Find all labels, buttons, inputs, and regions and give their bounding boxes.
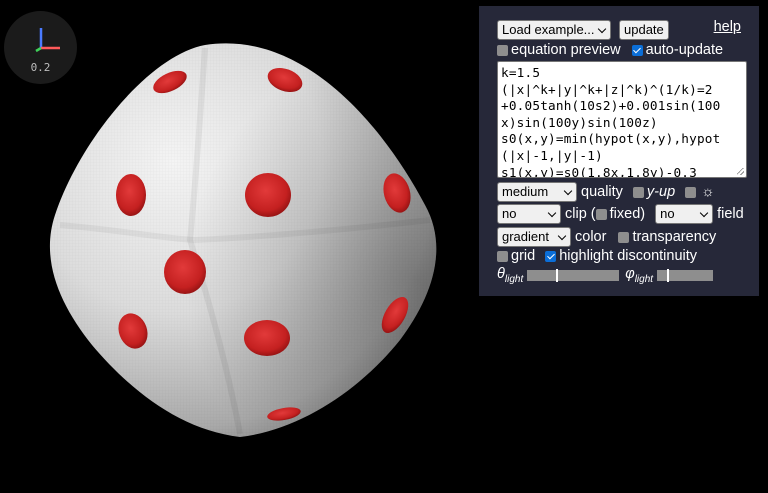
color-value: gradient	[502, 229, 549, 244]
light-toggle-checkbox[interactable]	[685, 186, 697, 198]
equation-textarea[interactable]: k=1.5 (|x|^k+|y|^k+|z|^k)^(1/k)=2 +0.05tan…	[497, 61, 747, 178]
equation-line: (|x|-1,|y|-1)	[501, 147, 603, 163]
scale-label: 0.2	[30, 61, 51, 74]
grid-row: grid highlight discontinuity	[497, 248, 749, 264]
quality-value: medium	[502, 184, 549, 199]
color-row: gradient color transparency	[497, 227, 749, 247]
quality-row: medium quality y-up ☼	[497, 182, 749, 202]
equation-preview-label: equation preview	[511, 42, 621, 58]
highlight-discontinuity-label: highlight discontinuity	[559, 248, 698, 264]
y-up-checkbox[interactable]	[632, 186, 644, 198]
clip-label: clip (	[565, 206, 596, 222]
color-select[interactable]: gradient	[497, 227, 571, 247]
pip	[116, 174, 146, 216]
quality-select[interactable]: medium	[497, 182, 577, 202]
sun-icon: ☼	[701, 184, 715, 200]
field-select[interactable]: no	[655, 204, 714, 224]
equation-line: x)sin(100y)sin(100z)	[501, 114, 658, 130]
equation-line: +0.05tanh(10s2)+0.001sin(100	[501, 98, 721, 114]
resize-grip-icon[interactable]	[737, 168, 744, 175]
quality-label: quality	[581, 184, 623, 200]
fixed-checkbox[interactable]	[595, 208, 607, 220]
pip	[164, 250, 206, 294]
load-example-value: Load example...	[502, 22, 595, 37]
slider-thumb[interactable]	[555, 268, 558, 282]
light-subscript: light	[634, 273, 654, 285]
theta-light-label: θlight	[497, 266, 523, 285]
update-button[interactable]: update	[619, 20, 669, 40]
control-panel: Load example... update help equation pre…	[479, 6, 759, 296]
color-label: color	[575, 229, 607, 245]
phi-light-label: φlight	[625, 266, 653, 285]
fixed-label: fixed)	[609, 206, 646, 222]
auto-update-label: auto-update	[645, 42, 724, 58]
chevron-down-icon	[597, 24, 607, 34]
clip-value: no	[502, 206, 517, 221]
equation-line: s1(x,y)=s0(1.8x,1.8y)-0.3	[501, 164, 697, 178]
toolbar-row: Load example... update	[497, 20, 749, 40]
equation-line: (|x|^k+|y|^k+|z|^k)^(1/k)=2	[501, 81, 713, 97]
help-link[interactable]: help	[714, 19, 741, 35]
theta-symbol: θ	[497, 266, 505, 282]
y-up-label: y-up	[646, 184, 676, 200]
theta-light-slider[interactable]	[527, 268, 620, 282]
equation-line: s0(x,y)=min(hypot(x,y),hypot	[501, 131, 721, 147]
chevron-down-icon	[563, 186, 573, 196]
options-row: equation preview auto-update	[497, 42, 749, 58]
light-row: θlight φlight	[497, 266, 749, 285]
slider-thumb[interactable]	[667, 268, 670, 282]
clip-row: no clip ( fixed) no field	[497, 204, 749, 224]
transparency-checkbox[interactable]	[618, 231, 630, 243]
phi-symbol: φ	[625, 266, 635, 282]
pip	[244, 320, 290, 356]
phi-light-slider[interactable]	[657, 268, 714, 282]
grid-label: grid	[511, 248, 536, 264]
auto-update-checkbox[interactable]	[631, 44, 643, 56]
chevron-down-icon	[557, 231, 567, 241]
chevron-down-icon	[547, 208, 557, 218]
pip	[245, 173, 291, 217]
field-label: field	[717, 206, 744, 222]
chevron-down-icon	[699, 208, 709, 218]
grid-checkbox[interactable]	[497, 250, 508, 262]
equation-line: k=1.5	[501, 65, 541, 80]
equation-preview-checkbox[interactable]	[497, 44, 508, 56]
light-subscript: light	[504, 273, 524, 285]
highlight-discontinuity-checkbox[interactable]	[545, 250, 557, 262]
load-example-select[interactable]: Load example...	[497, 20, 611, 40]
clip-select[interactable]: no	[497, 204, 561, 224]
transparency-label: transparency	[632, 229, 717, 245]
field-value: no	[660, 206, 675, 221]
